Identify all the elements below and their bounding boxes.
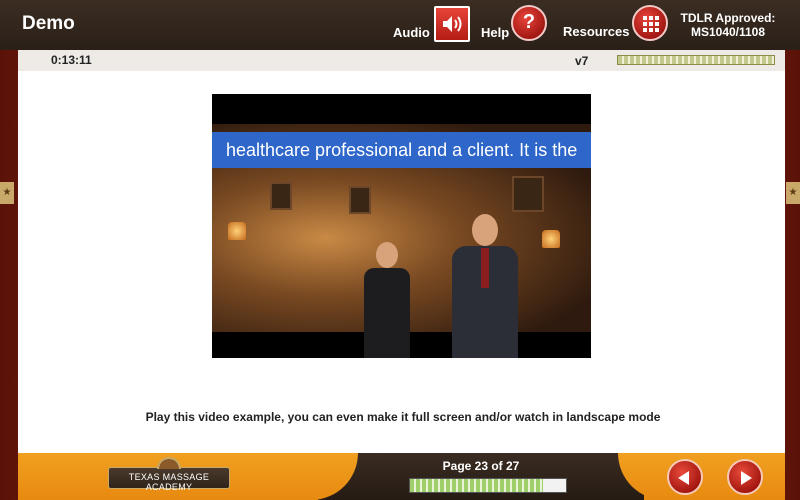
resources-button[interactable]: [632, 5, 668, 41]
app-header: Demo Audio Help ? Resources TDLR Approve…: [0, 0, 800, 50]
speaker-icon: [443, 16, 462, 32]
wall-picture: [270, 182, 292, 210]
logo-text: TEXAS MASSAGE ACADEMY: [128, 472, 210, 492]
app-title: Demo: [22, 13, 75, 34]
lamp: [228, 222, 246, 240]
question-icon: ?: [522, 11, 536, 33]
video-caption: healthcare professional and a client. It…: [212, 132, 591, 168]
academy-logo: TEXAS MASSAGE ACADEMY: [108, 457, 230, 492]
wall-picture: [512, 176, 544, 212]
approval-text: TDLR Approved: MS1040/1108: [676, 11, 780, 39]
star-icon: ★: [786, 182, 800, 204]
version-label: v7: [575, 54, 589, 68]
content-area: healthcare professional and a client. It…: [18, 71, 785, 453]
next-page-button[interactable]: [727, 459, 763, 495]
man-figure: [444, 214, 526, 358]
help-button[interactable]: ?: [511, 5, 547, 41]
page-progress-bar: [409, 478, 567, 493]
approval-line-2: MS1040/1108: [690, 25, 766, 39]
lamp: [542, 230, 560, 248]
audio-label: Audio: [393, 25, 430, 40]
resources-label: Resources: [563, 24, 630, 39]
page-indicator: Page 23 of 27: [442, 459, 520, 473]
arrow-left-icon: [678, 471, 689, 485]
grid-icon: [643, 16, 659, 32]
instruction-text: Play this video example, you can even ma…: [145, 410, 661, 424]
approval-line-1: TDLR Approved:: [680, 11, 776, 25]
top-progress-bar: [617, 55, 775, 65]
wall-picture: [349, 186, 371, 214]
logo-emblem: [157, 457, 181, 469]
status-bar: 0:13:11 v7: [18, 50, 785, 71]
video-player[interactable]: healthcare professional and a client. It…: [212, 94, 591, 358]
star-icon: ★: [0, 182, 14, 204]
arrow-right-icon: [741, 471, 752, 485]
help-label: Help: [481, 25, 510, 40]
page-progress-fill: [410, 479, 543, 492]
audio-button[interactable]: [434, 6, 470, 42]
prev-page-button[interactable]: [667, 459, 703, 495]
woman-figure: [352, 242, 422, 358]
elapsed-timer: 0:13:11: [51, 53, 92, 67]
